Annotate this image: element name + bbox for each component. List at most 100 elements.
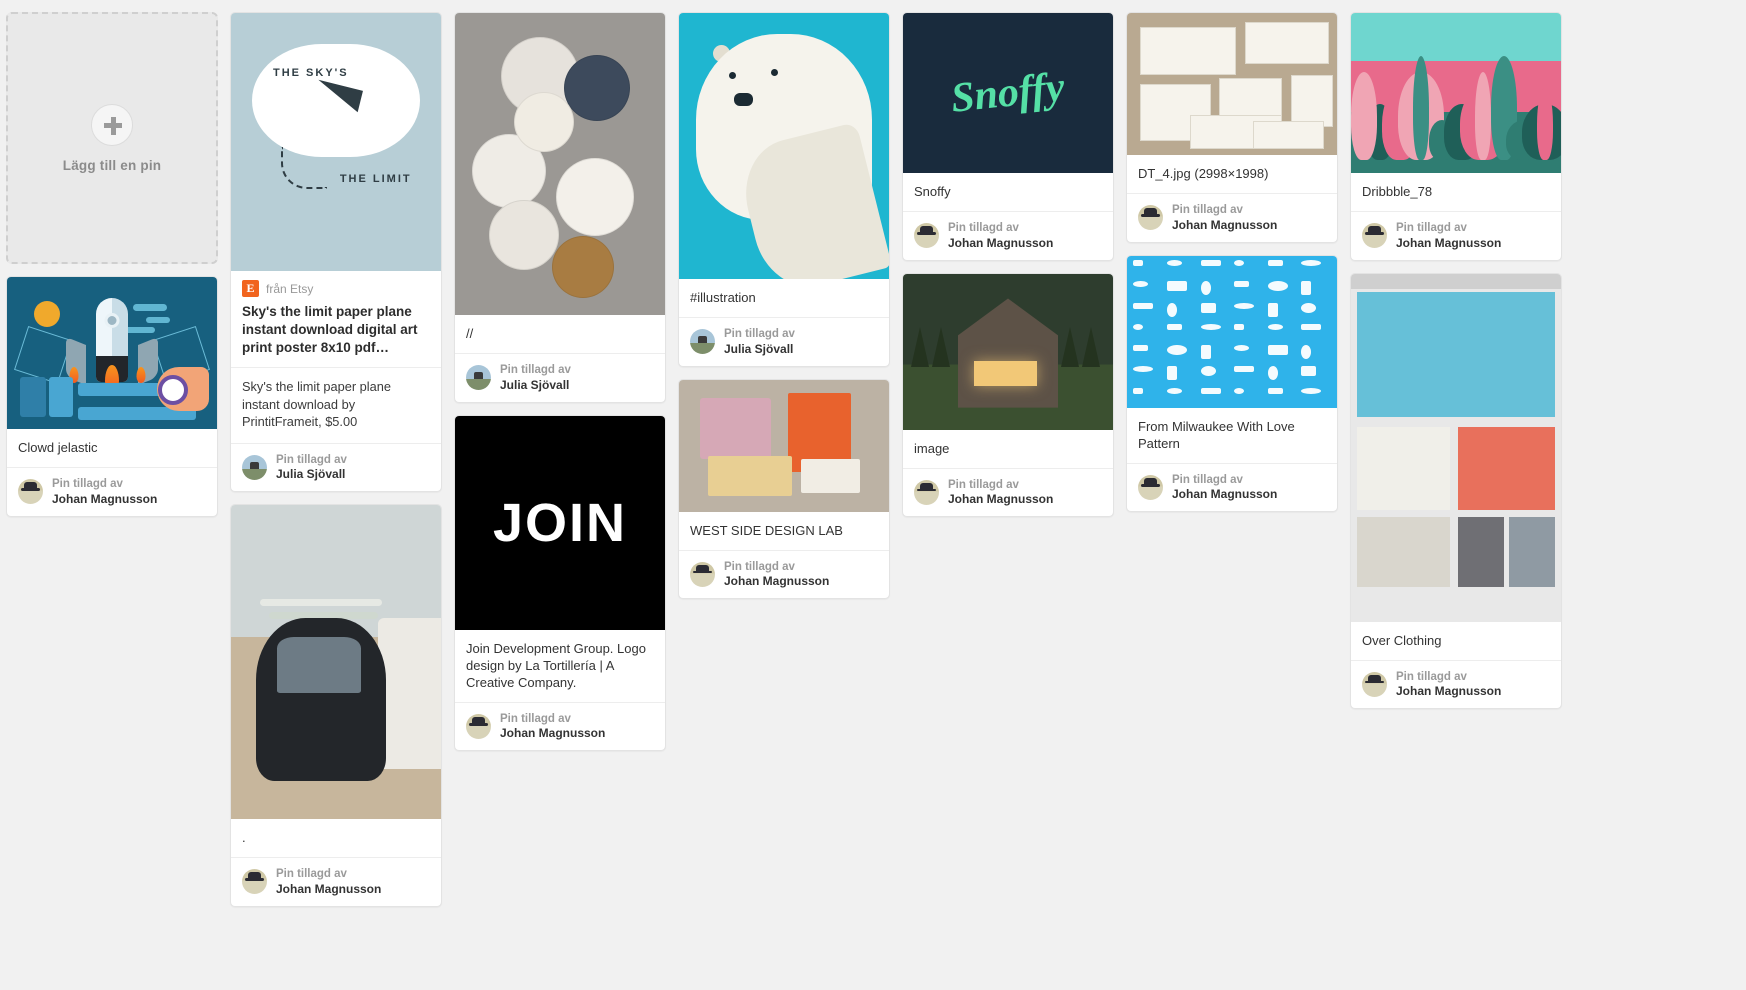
pin-artwork-over (1351, 273, 1561, 622)
pin-title[interactable]: Sky's the limit paper plane instant down… (231, 301, 441, 367)
pin-attribution[interactable]: Pin tillagd av Johan Magnusson (679, 549, 889, 598)
avatar[interactable] (18, 479, 43, 505)
pin-attribution[interactable]: Pin tillagd av Julia Sjövall (455, 353, 665, 401)
pin-artwork-dt (1127, 13, 1337, 155)
pin-attribution[interactable]: Pin tillagd av Johan Magnusson (903, 467, 1113, 516)
pin-source-row[interactable]: Efrån Etsy (231, 271, 441, 301)
attribution-user[interactable]: Johan Magnusson (500, 726, 605, 741)
pin-attribution[interactable]: Pin tillagd av Johan Magnusson (231, 857, 441, 905)
avatar[interactable] (690, 329, 715, 355)
pin-card[interactable]: THE SKY'S THE LIMIT Efrån Etsy Sky's the li… (230, 12, 442, 492)
pin-card[interactable]: // Pin tillagd av Julia Sjövall (454, 12, 666, 403)
pin-attribution[interactable]: Pin tillagd av Johan Magnusson (455, 702, 665, 750)
pin-title[interactable]: image (903, 430, 1113, 468)
pin-card[interactable]: Clowd jelastic Pin tillagd av Johan Magnus… (6, 276, 218, 517)
pin-image[interactable] (231, 504, 441, 819)
pin-image[interactable] (1351, 273, 1561, 622)
pin-attribution[interactable]: Pin tillagd av Julia Sjövall (231, 442, 441, 491)
pin-image[interactable]: JOIN (455, 415, 665, 630)
pin-title[interactable]: Clowd jelastic (7, 429, 217, 467)
pin-title[interactable]: From Milwaukee With Love Pattern (1127, 408, 1337, 463)
pin-attribution[interactable]: Pin tillagd av Johan Magnusson (1127, 193, 1337, 241)
pin-title[interactable]: WEST SIDE DESIGN LAB (679, 512, 889, 550)
avatar[interactable] (690, 561, 715, 587)
pin-title[interactable]: DT_4.jpg (2998×1998) (1127, 155, 1337, 193)
plus-icon (91, 103, 133, 146)
attribution-user[interactable]: Julia Sjövall (276, 467, 347, 482)
attribution-lines: Pin tillagd av Johan Magnusson (1172, 203, 1277, 232)
pin-attribution[interactable]: Pin tillagd av Johan Magnusson (1127, 462, 1337, 511)
pin-title[interactable]: Join Development Group. Logo design by L… (455, 630, 665, 702)
pin-image[interactable] (679, 13, 889, 279)
attribution-prefix: Pin tillagd av (276, 868, 347, 881)
pin-card[interactable]: Dribbble_78 Pin tillagd av Johan Magnusson (1350, 12, 1562, 261)
pin-card[interactable]: image Pin tillagd av Johan Magnusson (902, 272, 1114, 518)
pin-title[interactable]: Snoffy (903, 173, 1113, 211)
pin-artwork-westside (679, 379, 889, 512)
avatar[interactable] (914, 223, 939, 249)
avatar[interactable] (466, 365, 491, 391)
attribution-user[interactable]: Julia Sjövall (500, 378, 571, 393)
board-column-1: THE SKY'S THE LIMIT Efrån Etsy Sky's the li… (230, 12, 454, 919)
pin-card[interactable]: WEST SIDE DESIGN LAB Pin tillagd av Johan … (678, 378, 890, 600)
pin-attribution[interactable]: Pin tillagd av Johan Magnusson (1351, 659, 1561, 708)
attribution-user[interactable]: Julia Sjövall (724, 342, 795, 357)
avatar[interactable] (242, 869, 267, 895)
attribution-user[interactable]: Johan Magnusson (948, 236, 1053, 251)
attribution-lines: Pin tillagd av Julia Sjövall (276, 453, 347, 482)
attribution-user[interactable]: Johan Magnusson (948, 492, 1053, 507)
pin-image[interactable] (7, 277, 217, 429)
pin-image[interactable]: Snoffy (903, 13, 1113, 173)
pin-image[interactable] (679, 379, 889, 512)
pin-image[interactable] (1127, 255, 1337, 408)
attribution-user[interactable]: Johan Magnusson (1172, 218, 1277, 233)
attribution-lines: Pin tillagd av Julia Sjövall (724, 327, 795, 356)
attribution-lines: Pin tillagd av Johan Magnusson (52, 477, 157, 506)
avatar[interactable] (914, 479, 939, 505)
pin-description: Sky's the limit paper plane instant down… (231, 367, 441, 442)
attribution-user[interactable]: Johan Magnusson (1396, 236, 1501, 251)
pin-card[interactable]: . Pin tillagd av Johan Magnusson (230, 503, 442, 907)
attribution-prefix: Pin tillagd av (52, 478, 123, 491)
pin-artwork-mke (1127, 255, 1337, 408)
pin-image[interactable]: THE SKY'S THE LIMIT (231, 13, 441, 271)
avatar[interactable] (1138, 205, 1163, 231)
attribution-user[interactable]: Johan Magnusson (276, 882, 381, 897)
pin-attribution[interactable]: Pin tillagd av Julia Sjövall (679, 317, 889, 365)
board-column-2: //Pin tillagd av Julia Sjövall JOIN Join De… (454, 12, 678, 763)
pin-image[interactable] (455, 13, 665, 315)
attribution-prefix: Pin tillagd av (500, 364, 571, 377)
pin-image[interactable] (1351, 13, 1561, 173)
attribution-prefix: Pin tillagd av (1172, 204, 1243, 217)
attribution-user[interactable]: Johan Magnusson (724, 574, 829, 589)
pin-image[interactable] (903, 273, 1113, 430)
avatar[interactable] (242, 454, 267, 480)
attribution-user[interactable]: Johan Magnusson (1396, 684, 1501, 699)
pin-card[interactable]: JOIN Join Development Group. Logo design … (454, 414, 666, 752)
avatar[interactable] (1138, 475, 1163, 501)
avatar[interactable] (1362, 223, 1387, 249)
pin-image[interactable] (1127, 13, 1337, 155)
board-column-3: #illustration Pin tillagd av Julia Sjövall… (678, 12, 902, 611)
pin-attribution[interactable]: Pin tillagd av Johan Magnusson (1351, 211, 1561, 259)
etsy-icon: E (242, 280, 259, 297)
attribution-lines: Pin tillagd av Johan Magnusson (1396, 221, 1501, 250)
pin-title[interactable]: Dribbble_78 (1351, 173, 1561, 211)
attribution-user[interactable]: Johan Magnusson (52, 492, 157, 507)
attribution-user[interactable]: Johan Magnusson (1172, 487, 1277, 502)
avatar[interactable] (466, 714, 491, 740)
avatar[interactable] (1362, 671, 1387, 697)
pin-attribution[interactable]: Pin tillagd av Johan Magnusson (903, 211, 1113, 259)
pin-card[interactable]: Over Clothing Pin tillagd av Johan Magnuss… (1350, 272, 1562, 710)
pin-attribution[interactable]: Pin tillagd av Johan Magnusson (7, 467, 217, 515)
pin-card[interactable]: DT_4.jpg (2998×1998) Pin tillagd av Johan … (1126, 12, 1338, 243)
pin-title[interactable]: // (455, 315, 665, 353)
add-pin-placeholder[interactable]: Lägg till en pin (6, 12, 218, 264)
pin-title[interactable]: . (231, 819, 441, 857)
pin-title[interactable]: Over Clothing (1351, 622, 1561, 660)
pin-card[interactable]: From Milwaukee With Love Pattern Pin till… (1126, 254, 1338, 513)
pin-card[interactable]: #illustration Pin tillagd av Julia Sjövall (678, 12, 890, 367)
pin-card[interactable]: Snoffy Snoffy Pin tillagd av Johan Magnusso… (902, 12, 1114, 261)
attribution-lines: Pin tillagd av Johan Magnusson (948, 478, 1053, 507)
pin-title[interactable]: #illustration (679, 279, 889, 317)
